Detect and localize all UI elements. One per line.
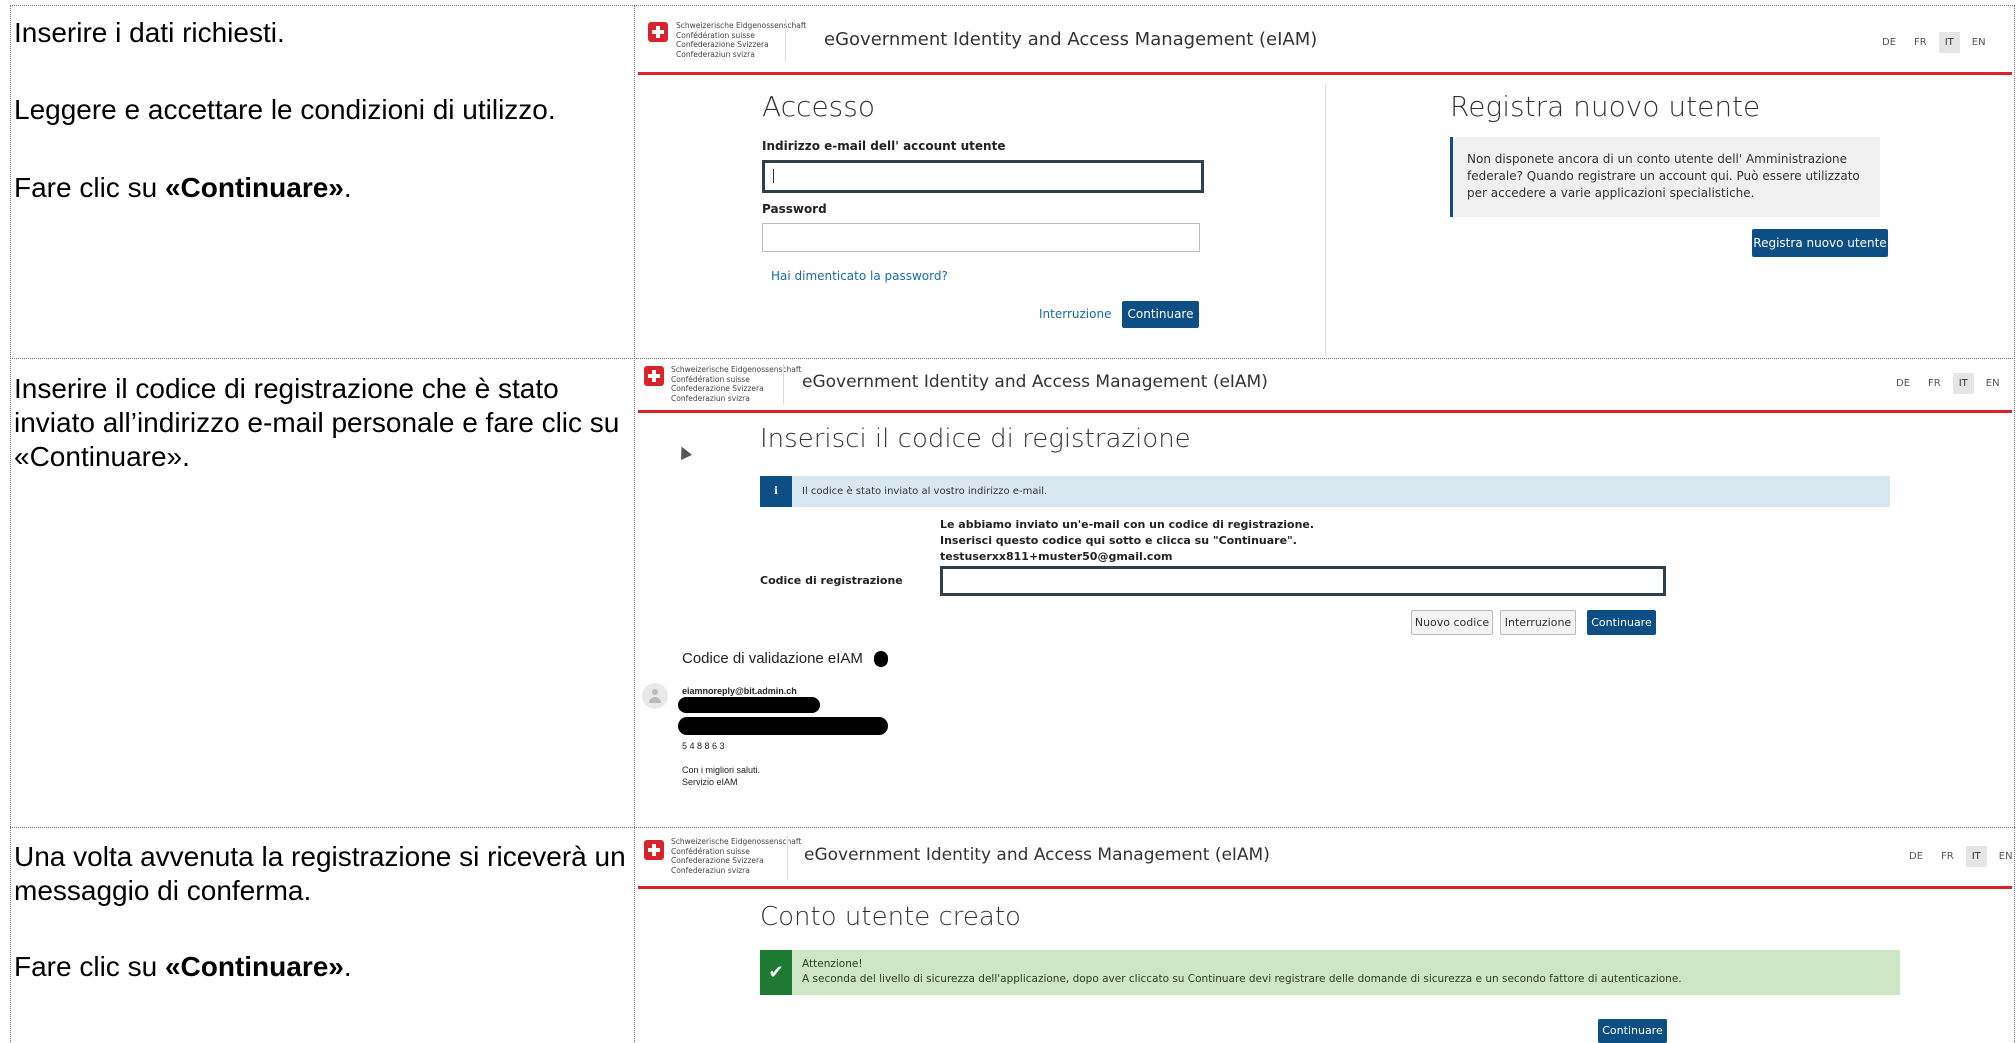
email-sender: eiamnoreply@bit.admin.ch [682,686,797,696]
password-field[interactable] [762,223,1200,252]
lang-fr[interactable]: FR [1908,32,1933,53]
instruction-line: Fare clic su «Continuare». [14,951,352,982]
sent-email-address: testuserxx811+muster50@gmail.com [940,550,1173,563]
col-border-mid [634,5,635,1043]
lang-it[interactable]: IT [1938,32,1960,53]
language-switcher: DE FR IT EN [1890,373,2006,394]
lang-de[interactable]: DE [1890,373,1916,394]
instruction-bold: «Continuare» [164,172,344,203]
cancel-button[interactable]: Interruzione [1500,610,1576,635]
email-code: 5 4 8 8 6 3 [682,741,725,751]
login-heading: Accesso [762,90,875,123]
lang-it[interactable]: IT [1952,373,1974,394]
password-label: Password [762,202,827,216]
instruction-line: Leggere e accettare le condizioni di uti… [14,94,556,125]
code-label: Codice di registrazione [760,574,903,587]
email-label: Indirizzo e-mail dell' account utente [762,139,1006,153]
continue-button[interactable]: Continuare [1587,610,1656,635]
instruction-line: Fare clic su «Continuare». [14,172,352,203]
email-closing: Con i migliori saluti. [682,765,761,775]
register-button[interactable]: Registra nuovo utente [1752,229,1888,257]
confederation-wordmark: Schweizerische Eidgenossenschaft Confédé… [676,21,807,59]
forgot-password-link[interactable]: Hai dimenticato la password? [771,269,948,283]
site-header: Schweizerische Eidgenossenschaft Confédé… [638,830,2012,889]
alert-text: A seconda del livello di sicurezza dell'… [802,973,1682,985]
text-caret [773,169,774,183]
check-icon: ✔ [760,950,792,995]
account-created-screen: Schweizerische Eidgenossenschaft Confédé… [638,830,2012,1043]
instruction-line: Una volta avvenuta la registrazione si r… [14,841,626,906]
alert-title: Attenzione! [802,958,863,970]
row-border-1 [10,358,2015,359]
new-code-button[interactable]: Nuovo codice [1411,610,1493,635]
continue-button[interactable]: Continuare [1122,301,1199,328]
instruction-line: Inserire i dati richiesti. [14,17,285,48]
site-header: Schweizerische Eidgenossenschaft Confédé… [638,360,2012,413]
cancel-link[interactable]: Interruzione [1039,307,1111,321]
login-screen: Schweizerische Eidgenossenschaft Confédé… [638,8,2012,356]
swiss-flag-icon [644,840,664,860]
column-divider [1325,84,1326,356]
lang-fr[interactable]: FR [1922,373,1947,394]
app-title: eGovernment Identity and Access Manageme… [824,29,1318,50]
info-banner: i Il codice è stato inviato al vostro in… [760,476,1890,507]
instruction-bold: «Continuare» [164,951,344,982]
confederation-wordmark: Schweizerische Eidgenossenschaft Confédé… [671,365,802,403]
info-message: Il codice è stato inviato al vostro indi… [802,486,1048,497]
swiss-flag-icon [644,366,664,386]
mouse-pointer-icon [676,444,692,460]
row1-instructions: Inserire i dati richiesti. Leggere e acc… [14,16,626,205]
continue-button[interactable]: Continuare [1598,1019,1667,1043]
row2-instructions: Inserire il codice di registrazione che … [14,372,626,474]
page-heading: Conto utente creato [760,902,1021,932]
redaction-mark [678,717,888,735]
email-signature: Servizio eIAM [682,777,738,787]
register-info-panel: Non disponete ancora di un conto utente … [1450,137,1880,217]
row-border-top [10,5,2015,6]
email-field[interactable] [762,160,1204,193]
register-heading: Registra nuovo utente [1450,90,1761,123]
sent-message-line: Inserisci questo codice qui sotto e clic… [940,534,1297,547]
row-border-2 [10,827,2015,828]
page-heading: Inserisci il codice di registrazione [760,424,1191,454]
success-alert: ✔ Attenzione! A seconda del livello di s… [760,950,1900,995]
header-divider [785,18,786,62]
redaction-mark [678,697,820,713]
swiss-flag-icon [648,22,668,42]
language-switcher: DE FR IT EN [1903,846,2012,867]
info-icon: i [760,476,792,507]
lang-it[interactable]: IT [1965,846,1987,867]
redaction-mark [874,651,888,667]
lang-fr[interactable]: FR [1935,846,1960,867]
lang-en[interactable]: EN [1993,846,2012,867]
instruction-line: Inserire il codice di registrazione che … [14,373,620,472]
avatar-icon [642,683,668,709]
registration-code-screen: Schweizerische Eidgenossenschaft Confédé… [638,360,2012,824]
header-divider [787,836,788,880]
col-border-right [2014,5,2015,1043]
language-switcher: DE FR IT EN [1876,32,1992,53]
sent-message-line: Le abbiamo inviato un'e-mail con un codi… [940,518,1315,531]
email-subject: Codice di validazione eIAM [682,650,863,667]
app-title: eGovernment Identity and Access Manageme… [802,372,1268,392]
header-divider [783,364,784,404]
lang-en[interactable]: EN [1980,373,2006,394]
lang-en[interactable]: EN [1966,32,1992,53]
app-title: eGovernment Identity and Access Manageme… [804,845,1270,865]
row3-instructions: Una volta avvenuta la registrazione si r… [14,840,626,984]
registration-code-field[interactable] [940,566,1666,596]
confederation-wordmark: Schweizerische Eidgenossenschaft Confédé… [671,837,802,875]
site-header: Schweizerische Eidgenossenschaft Confédé… [638,8,2012,75]
lang-de[interactable]: DE [1903,846,1929,867]
lang-de[interactable]: DE [1876,32,1902,53]
col-border-left [10,5,11,1043]
